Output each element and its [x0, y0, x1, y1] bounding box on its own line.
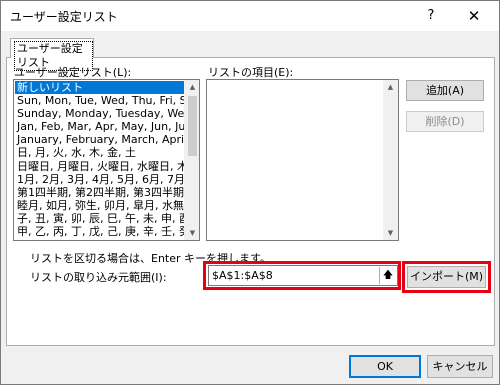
custom-list-item[interactable]: 子, 丑, 寅, 卯, 辰, 巳, 午, 未, 申, 酉 — [15, 212, 185, 225]
tab-custom-lists[interactable]: ユーザー設定リスト — [10, 38, 94, 71]
scroll-up-arrow-icon[interactable]: ▲ — [383, 80, 398, 94]
collapse-dialog-icon[interactable]: 🡅 — [379, 267, 396, 284]
custom-list-item[interactable]: Sun, Mon, Tue, Wed, Thu, Fri, Sa — [15, 94, 185, 107]
close-button[interactable]: ✕ — [463, 5, 485, 27]
custom-list-item[interactable]: Sunday, Monday, Tuesday, Wedn — [15, 107, 185, 120]
custom-list-item[interactable]: 第1四半期, 第2四半期, 第3四半期, 第 — [15, 186, 185, 199]
list-entries-textarea[interactable]: ▲ ▼ — [206, 79, 399, 241]
custom-lists-items: 新しいリスト Sun, Mon, Tue, Wed, Thu, Fri, Sa Su… — [15, 81, 185, 239]
custom-list-item[interactable]: 1月, 2月, 3月, 4月, 5月, 6月, 7月, — [15, 173, 185, 186]
custom-list-item[interactable]: 新しいリスト — [15, 81, 185, 95]
dialog-title: ユーザー設定リスト — [10, 10, 118, 24]
scroll-up-arrow-icon[interactable]: ▲ — [185, 80, 199, 94]
cancel-button[interactable]: キャンセル — [427, 355, 493, 378]
list-entries-scrollbar[interactable]: ▲ ▼ — [383, 80, 398, 240]
ok-button[interactable]: OK — [349, 355, 421, 378]
custom-list-item[interactable]: 睦月, 如月, 弥生, 卯月, 皐月, 水無月 — [15, 199, 185, 212]
custom-list-item[interactable]: 日, 月, 火, 水, 木, 金, 土 — [15, 146, 185, 159]
scroll-down-arrow-icon[interactable]: ▼ — [383, 226, 398, 240]
import-range-input[interactable]: $A$1:$A$8 — [208, 265, 398, 286]
custom-lists-listbox[interactable]: 新しいリスト Sun, Mon, Tue, Wed, Thu, Fri, Sa Su… — [13, 79, 200, 241]
custom-lists-label: ユーザー設定リスト(L): — [14, 66, 132, 79]
custom-list-item[interactable]: January, February, March, April, — [15, 133, 185, 146]
help-button[interactable]: ? — [420, 5, 442, 27]
import-button[interactable]: インポート(M) — [407, 266, 486, 288]
scroll-thumb[interactable] — [188, 96, 197, 156]
add-button[interactable]: 追加(A) — [406, 80, 484, 101]
import-range-label: リストの取り込み元範囲(I): — [30, 271, 167, 284]
scroll-down-arrow-icon[interactable]: ▼ — [185, 226, 199, 240]
custom-lists-scrollbar[interactable]: ▲ ▼ — [184, 80, 199, 240]
delete-button[interactable]: 削除(D) — [406, 111, 484, 132]
title-bar: ユーザー設定リスト ? ✕ — [1, 1, 499, 31]
custom-list-item[interactable]: 日曜日, 月曜日, 火曜日, 水曜日, 木曜 — [15, 160, 185, 173]
list-entries-label: リストの項目(E): — [208, 66, 294, 79]
custom-lists-dialog: ユーザー設定リスト ? ✕ ユーザー設定リスト ユーザー設定リスト(L): 新し… — [0, 0, 500, 385]
custom-list-item[interactable]: Jan, Feb, Mar, Apr, May, Jun, Jul, — [15, 120, 185, 133]
custom-list-item[interactable]: 甲, 乙, 丙, 丁, 戊, 己, 庚, 辛, 壬, 癸 — [15, 225, 185, 238]
